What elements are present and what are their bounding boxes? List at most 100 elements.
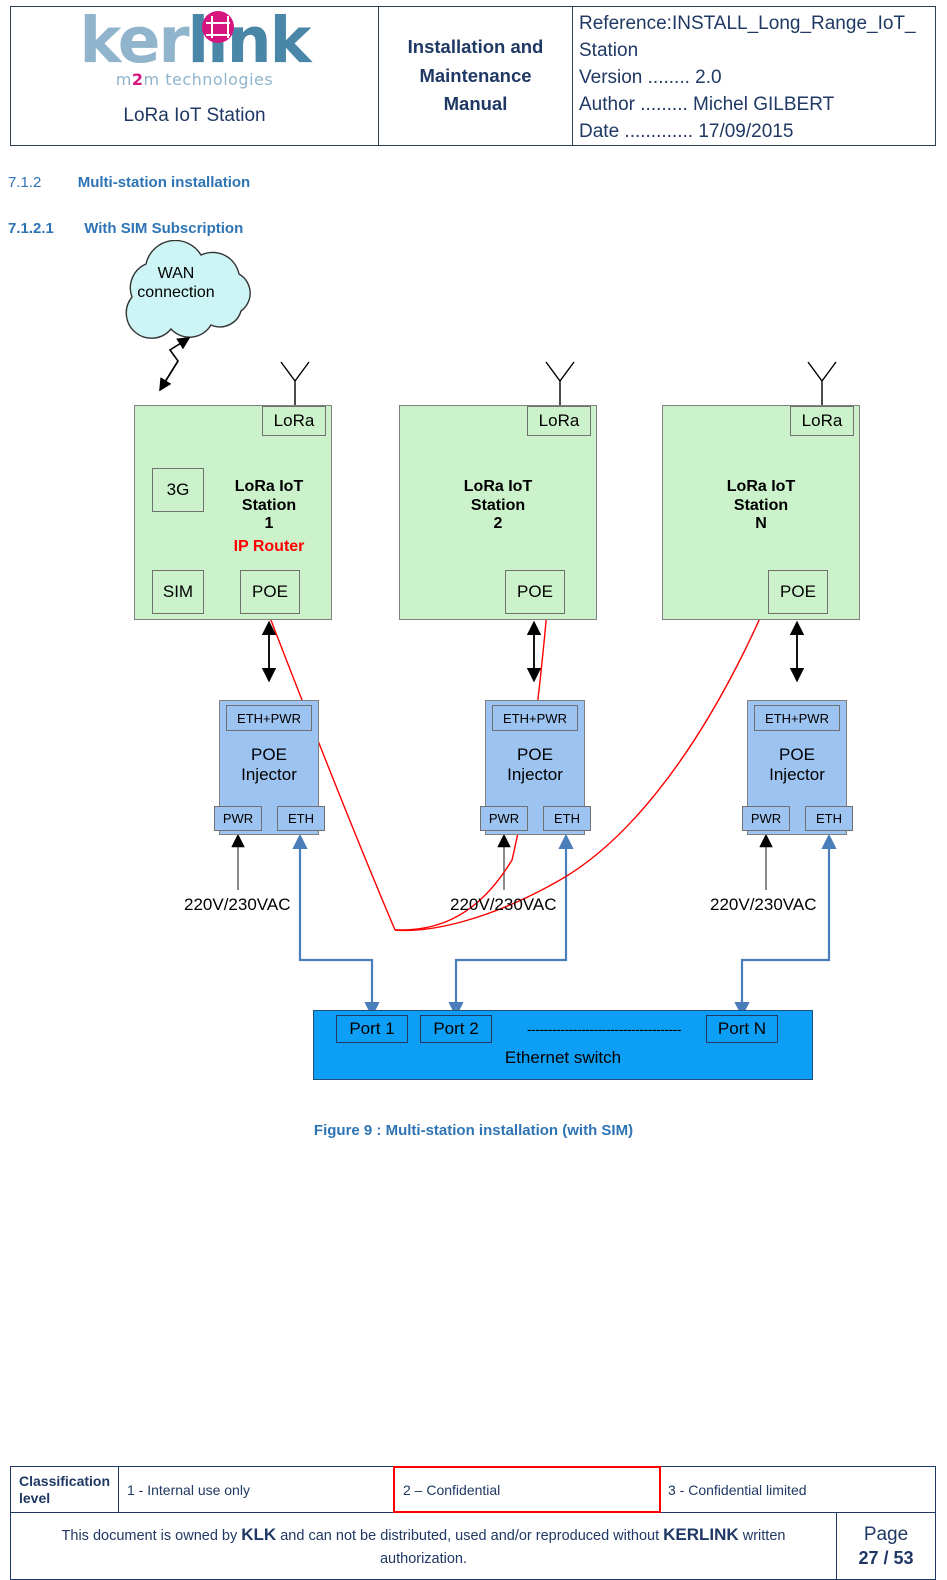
station-1-sim-label: SIM (162, 582, 194, 601)
wireless-link-arrow (159, 337, 191, 392)
header-title-cell: Installation and Maintenance Manual (379, 7, 573, 145)
classification-level-2-selected[interactable]: 2 – Confidential (393, 1466, 661, 1513)
station-2-lora-module: LoRa (527, 406, 591, 436)
classification-level-3[interactable]: 3 - Confidential limited (660, 1467, 935, 1512)
switch-port-1-label: Port 1 (349, 1019, 395, 1038)
station-n-title: LoRa IoT Station N (726, 478, 796, 533)
station-n-poe-label: POE (780, 582, 816, 601)
station-2-poe-label: POE (517, 582, 553, 601)
ethernet-cable-routes (292, 833, 837, 1018)
classification-level-1-label: 1 - Internal use only (127, 1481, 250, 1498)
station-n-lora-label: LoRa (801, 411, 843, 430)
ethernet-switch-title: Ethernet switch (504, 1048, 622, 1067)
station-1-ip-router-label: IP Router (233, 538, 305, 555)
version-line: Version ........ 2.0 (579, 66, 722, 88)
copyright-notice: This document is owned by KLK and can no… (11, 1513, 837, 1579)
notice-klk: KLK (241, 1524, 277, 1544)
mains-label-2: 220V/230VAC (450, 895, 557, 914)
station-n-lora-module: LoRa (790, 406, 854, 436)
station-to-injector-links (261, 620, 805, 683)
figure-caption: Figure 9 : Multi-station installation (w… (313, 1122, 634, 1139)
heading-number-7121: 7.1.2.1 (8, 220, 54, 237)
heading-with-sim-subscription: 7.1.2.1 With SIM Subscription (8, 220, 243, 237)
logo-tagline-b: 2 (131, 70, 144, 89)
poe-injector-n-eth-port: ETH (805, 806, 853, 831)
poe-injector-n-pwr-port: PWR (742, 806, 790, 831)
poe-injector-n-eth-pwr-label: ETH+PWR (765, 710, 829, 726)
poe-injector-1-eth-pwr-port: ETH+PWR (226, 705, 312, 731)
switch-port-2-label: Port 2 (433, 1019, 479, 1038)
network-diagram: WAN connection LoRa 3G SIM POE LoRa IoT … (0, 240, 947, 1150)
date-line: Date ............. 17/09/2015 (579, 120, 794, 142)
mains-supply-arrows (231, 833, 773, 890)
manual-title: Installation and Maintenance Manual (407, 35, 544, 115)
poe-injector-1-eth-label: ETH (288, 811, 314, 826)
logo-tagline-a: m (115, 70, 132, 89)
page-number-cell: Page 27 / 53 (837, 1513, 935, 1579)
poe-injector-2-eth-pwr-label: ETH+PWR (503, 710, 567, 726)
poe-injector-2-eth-port: ETH (543, 806, 591, 831)
mains-label-1: 220V/230VAC (184, 895, 291, 914)
reference-line-cont: Station (579, 39, 639, 61)
logo-tagline: m2m technologies (116, 70, 273, 89)
page-label: Page (863, 1523, 909, 1545)
notice-mid: and can not be distributed, used and/or … (276, 1527, 664, 1544)
poe-injector-1-eth-port: ETH (277, 806, 325, 831)
poe-injector-1-pwr-port: PWR (214, 806, 262, 831)
station-1-3g-module: 3G (152, 468, 204, 512)
page-value: 27 / 53 (858, 1547, 914, 1568)
classification-level-1[interactable]: 1 - Internal use only (119, 1467, 394, 1512)
header-product-name: LoRa IoT Station (123, 105, 266, 126)
poe-injector-2-title: POE Injector (507, 745, 563, 785)
station-1-poe-label: POE (252, 582, 288, 601)
logo-word-ker: ker (79, 4, 190, 77)
document-footer-table: Classification level 1 - Internal use on… (10, 1466, 936, 1580)
station-1-lora-module: LoRa (262, 406, 326, 436)
switch-port-n-label: Port N (717, 1019, 767, 1038)
station-2-poe-module: POE (505, 570, 565, 614)
reference-line: Reference:INSTALL_Long_Range_IoT_ (579, 13, 916, 34)
switch-port-2: Port 2 (420, 1015, 492, 1043)
heading-multi-station-installation: 7.1.2 Multi-station installation (8, 174, 250, 191)
heading-text-7121: With SIM Subscription (84, 220, 244, 237)
notice-kerlink: KERLINK (663, 1524, 739, 1544)
logo-tagline-c: m technologies (143, 70, 274, 89)
author-line: Author ......... Michel GILBERT (579, 93, 835, 115)
kerlink-logo: kerlink m2m technologies (11, 7, 378, 101)
station-1-title: LoRa IoT Station 1 (234, 478, 304, 533)
poe-injector-1-eth-pwr-label: ETH+PWR (237, 710, 301, 726)
poe-injector-1-pwr-label: PWR (222, 811, 254, 826)
document-header-table: kerlink m2m technologies LoRa IoT Statio… (10, 6, 936, 146)
station-n-poe-module: POE (768, 570, 828, 614)
station-1-lora-label: LoRa (273, 411, 315, 430)
notice-pre: This document is owned by (61, 1527, 242, 1544)
station-1-sim-module: SIM (152, 570, 204, 614)
station-2-lora-label: LoRa (538, 411, 580, 430)
poe-injector-n-title: POE Injector (769, 745, 825, 785)
station-1-3g-label: 3G (166, 480, 190, 499)
header-metadata-cell: Reference:INSTALL_Long_Range_IoT_ Statio… (573, 7, 935, 145)
poe-injector-2-pwr-port: PWR (480, 806, 528, 831)
wan-cloud-label: WAN connection (137, 265, 215, 301)
poe-injector-n-pwr-label: PWR (750, 811, 782, 826)
switch-port-1: Port 1 (336, 1015, 408, 1043)
poe-injector-n-eth-pwr-port: ETH+PWR (754, 705, 840, 731)
poe-injector-2-pwr-label: PWR (488, 811, 520, 826)
mains-label-n: 220V/230VAC (710, 895, 817, 914)
poe-injector-1-title: POE Injector (241, 745, 297, 785)
classification-row: Classification level 1 - Internal use on… (11, 1466, 935, 1513)
footer-notice-row: This document is owned by KLK and can no… (11, 1513, 935, 1579)
station-2-title: LoRa IoT Station 2 (463, 478, 533, 533)
classification-level-2-label: 2 – Confidential (403, 1481, 501, 1498)
header-logo-cell: kerlink m2m technologies LoRa IoT Statio… (11, 7, 379, 145)
switch-port-n: Port N (706, 1015, 778, 1043)
switch-port-ellipsis: ------------------------------------- (527, 1021, 682, 1037)
logo-wordmark: kerlink (80, 9, 312, 72)
station-1-poe-module: POE (240, 570, 300, 614)
logo-chip-icon (202, 11, 234, 43)
poe-injector-2-eth-pwr-port: ETH+PWR (492, 705, 578, 731)
heading-text-712: Multi-station installation (77, 174, 251, 191)
poe-injector-n-eth-label: ETH (816, 811, 842, 826)
poe-injector-2-eth-label: ETH (554, 811, 580, 826)
heading-number-712: 7.1.2 (8, 174, 42, 191)
